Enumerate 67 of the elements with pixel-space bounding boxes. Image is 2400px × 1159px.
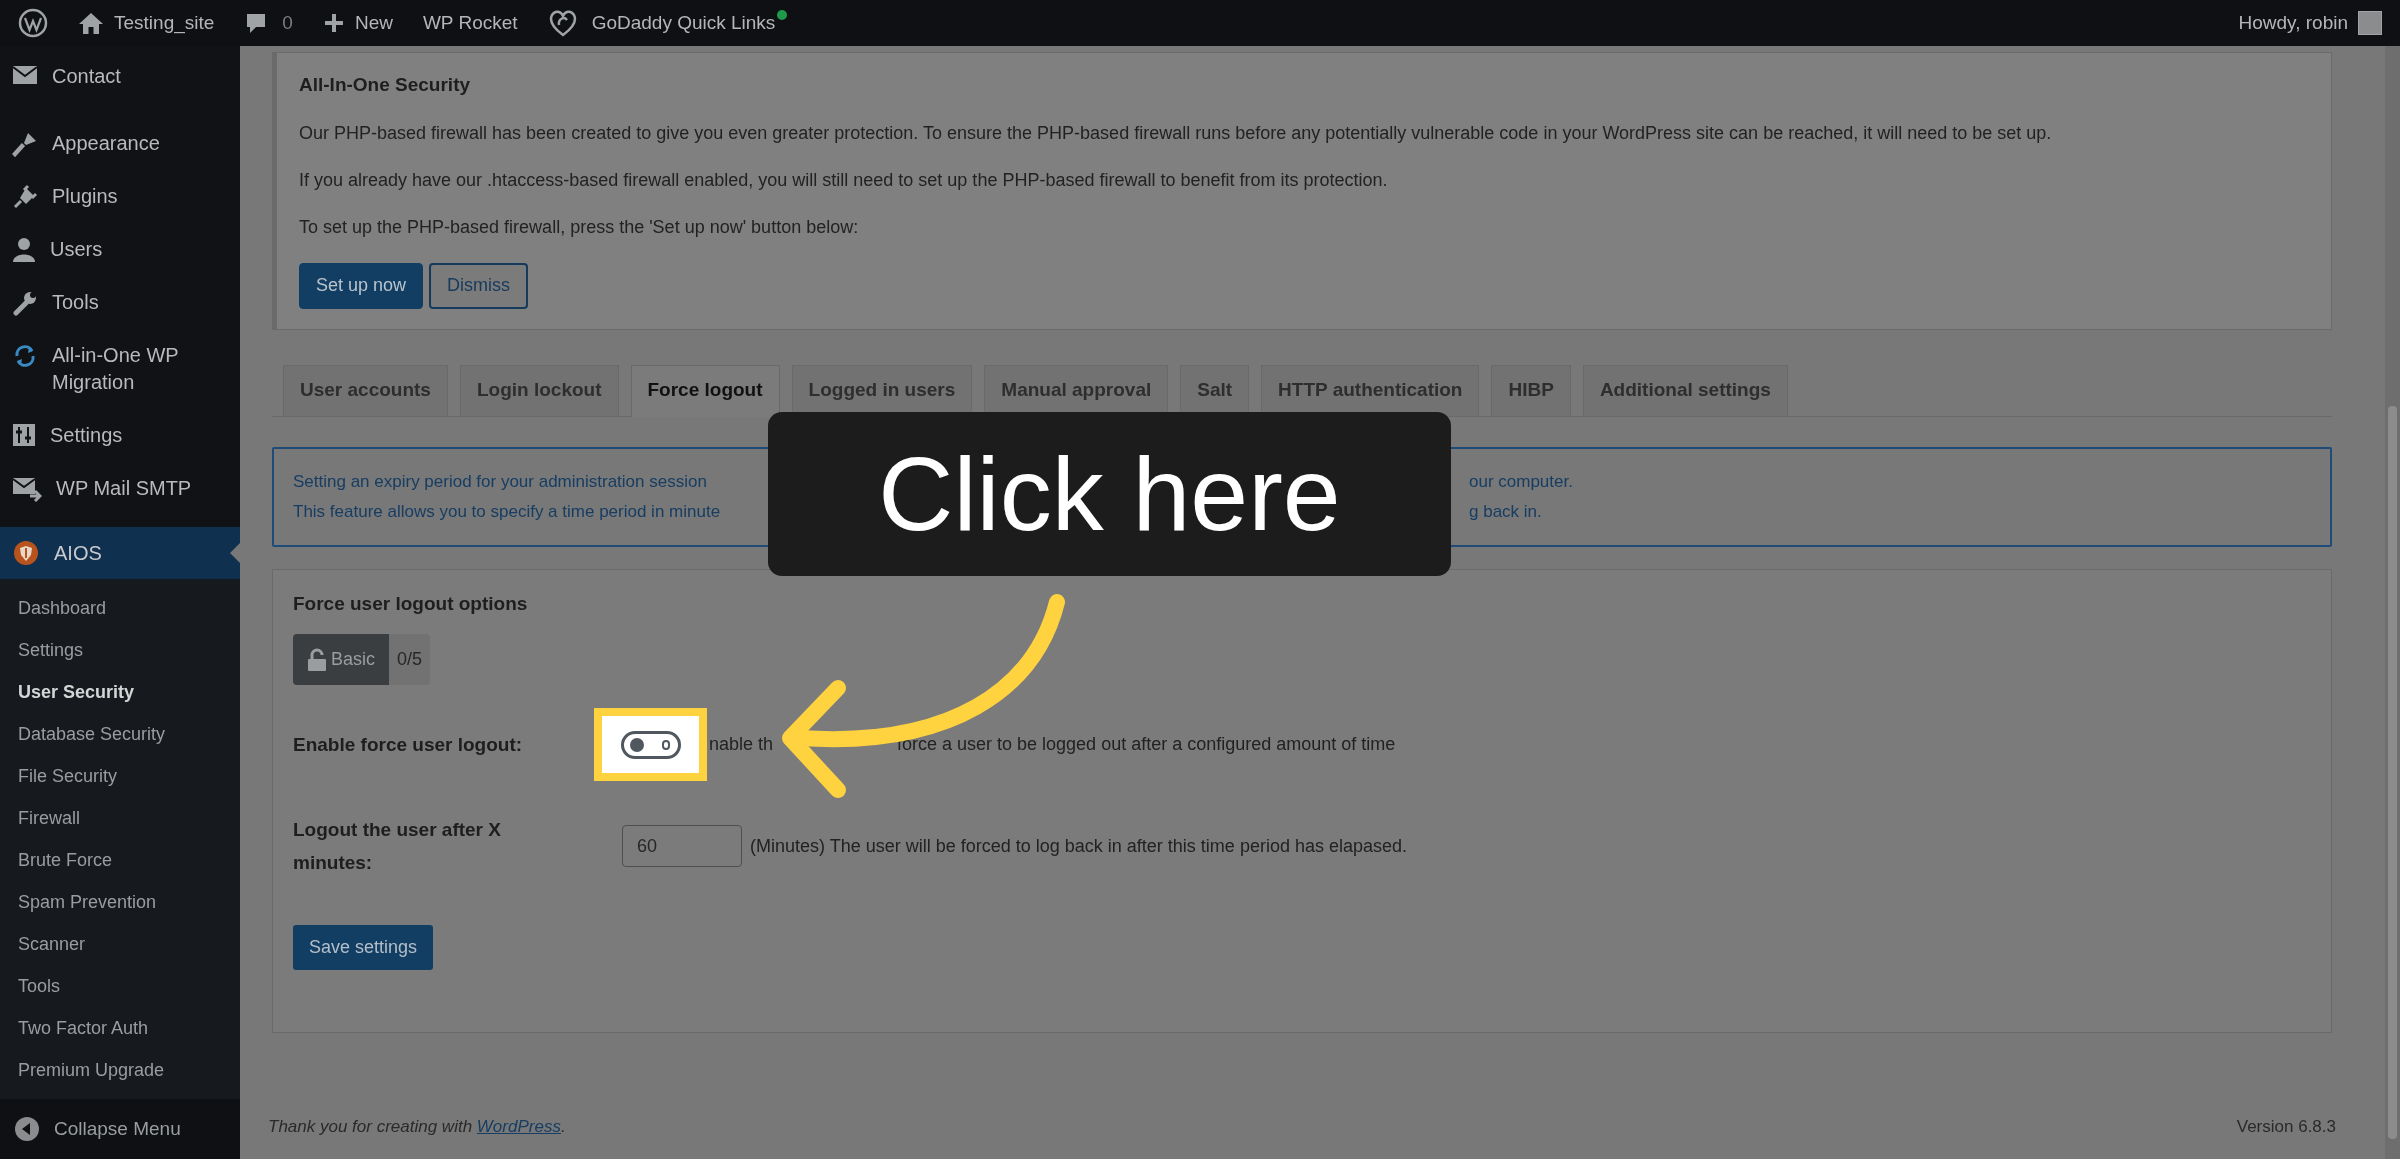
mail-send-icon (12, 476, 42, 502)
home-icon (78, 11, 104, 35)
sliders-icon (12, 423, 36, 447)
save-settings-button[interactable]: Save settings (293, 925, 434, 970)
sidebar-item[interactable]: Contact (52, 63, 202, 90)
submenu-item[interactable]: Dashboard (0, 587, 240, 629)
collapse-menu-button[interactable]: Collapse Menu (54, 1114, 181, 1144)
setup-button[interactable]: Set up now (299, 262, 424, 309)
field-description: nable th (709, 733, 775, 756)
menu-link[interactable]: WP Rocket (422, 8, 518, 38)
submenu-item[interactable]: File Security (0, 755, 240, 797)
info-text: This feature allows you to specify a time period in minute (293, 501, 721, 521)
notice-text: Our PHP-based firewall has been created to give you even greater protection. To ensure the PHP-based firewall runs before any potentially vulnerable code in your WordPress site can be reached, it will need to be set up. (299, 121, 2053, 145)
plus-icon (322, 12, 345, 34)
notice-text: To set up the PHP-based firewall, press the 'Set up now' button below: (299, 215, 860, 239)
site-name-link[interactable]: Testing_site (114, 8, 215, 38)
badge-label: Basic (331, 648, 375, 671)
sidebar-item[interactable]: Settings (50, 422, 200, 449)
tab[interactable]: Force logout (630, 364, 780, 417)
submenu-item[interactable]: Two Factor Auth (0, 1007, 240, 1049)
submenu-item[interactable]: Database Security (0, 713, 240, 755)
sidebar-item[interactable]: All-in-One WP Migration (52, 342, 202, 396)
info-text: g back in. (1469, 500, 1542, 523)
user-icon (12, 237, 36, 263)
version-text: Version 6.8.3 (2236, 1115, 2336, 1138)
mail-icon (12, 64, 38, 86)
plug-icon (12, 184, 38, 210)
submenu-item[interactable]: Spam Prevention (0, 881, 240, 923)
sidebar-item[interactable]: AIOS (0, 527, 240, 579)
wrench-icon (12, 290, 38, 316)
collapse-icon[interactable] (14, 1116, 40, 1142)
sidebar-item[interactable]: Plugins (52, 183, 202, 210)
menu-link[interactable]: GoDaddy Quick Links (591, 11, 776, 33)
info-text: our computer. (1469, 470, 1573, 493)
shield-icon (12, 539, 40, 567)
wordpress-logo-icon[interactable] (18, 8, 48, 38)
sidebar-item[interactable]: Tools (52, 289, 202, 316)
scrollbar[interactable] (2385, 46, 2400, 1159)
section-title: Force user logout options (293, 591, 529, 616)
field-label: Enable force user logout: (293, 733, 524, 757)
notice-title: All-In-One Security (299, 73, 472, 97)
notice-text: If you already have our .htaccess-based firewall enabled, you will still need to set up the PHP-based firewall to benefit from its protection. (299, 168, 1389, 192)
number-input[interactable]: 60 (622, 825, 742, 867)
submenu-item[interactable]: Brute Force (0, 839, 240, 881)
field-label: Logout the user after X minutes: (293, 818, 502, 875)
score-text: 0/5 (389, 634, 431, 685)
lock-icon (307, 647, 327, 672)
submenu-item[interactable]: Firewall (0, 797, 240, 839)
submenu-item[interactable]: Scanner (0, 923, 240, 965)
submenu-item[interactable]: Settings (0, 629, 240, 671)
sidebar-item[interactable]: Appearance (52, 130, 202, 157)
new-link[interactable]: New (354, 8, 393, 38)
sidebar-item[interactable]: Users (50, 236, 200, 263)
sidebar-item[interactable]: WP Mail SMTP (56, 475, 206, 502)
toggle-switch[interactable] (620, 730, 681, 759)
comment-count: 0 (282, 10, 293, 35)
footer-text: Thank you for creating with WordPress. (268, 1115, 566, 1138)
submenu-item[interactable]: User Security (0, 671, 240, 713)
info-text: Setting an expiry period for your administration session (293, 471, 707, 491)
field-description: (Minutes) The user will be forced to log back in after this time period has elapased. (750, 834, 1407, 858)
heart-icon (547, 9, 578, 37)
tooltip: Click here (768, 412, 1451, 576)
submenu-item[interactable]: Premium Upgrade (0, 1049, 240, 1091)
brush-icon (12, 131, 38, 157)
submenu-item[interactable]: Tools (0, 965, 240, 1007)
account-link[interactable]: Howdy, robin (2238, 8, 2348, 38)
pointer-icon (230, 543, 240, 563)
